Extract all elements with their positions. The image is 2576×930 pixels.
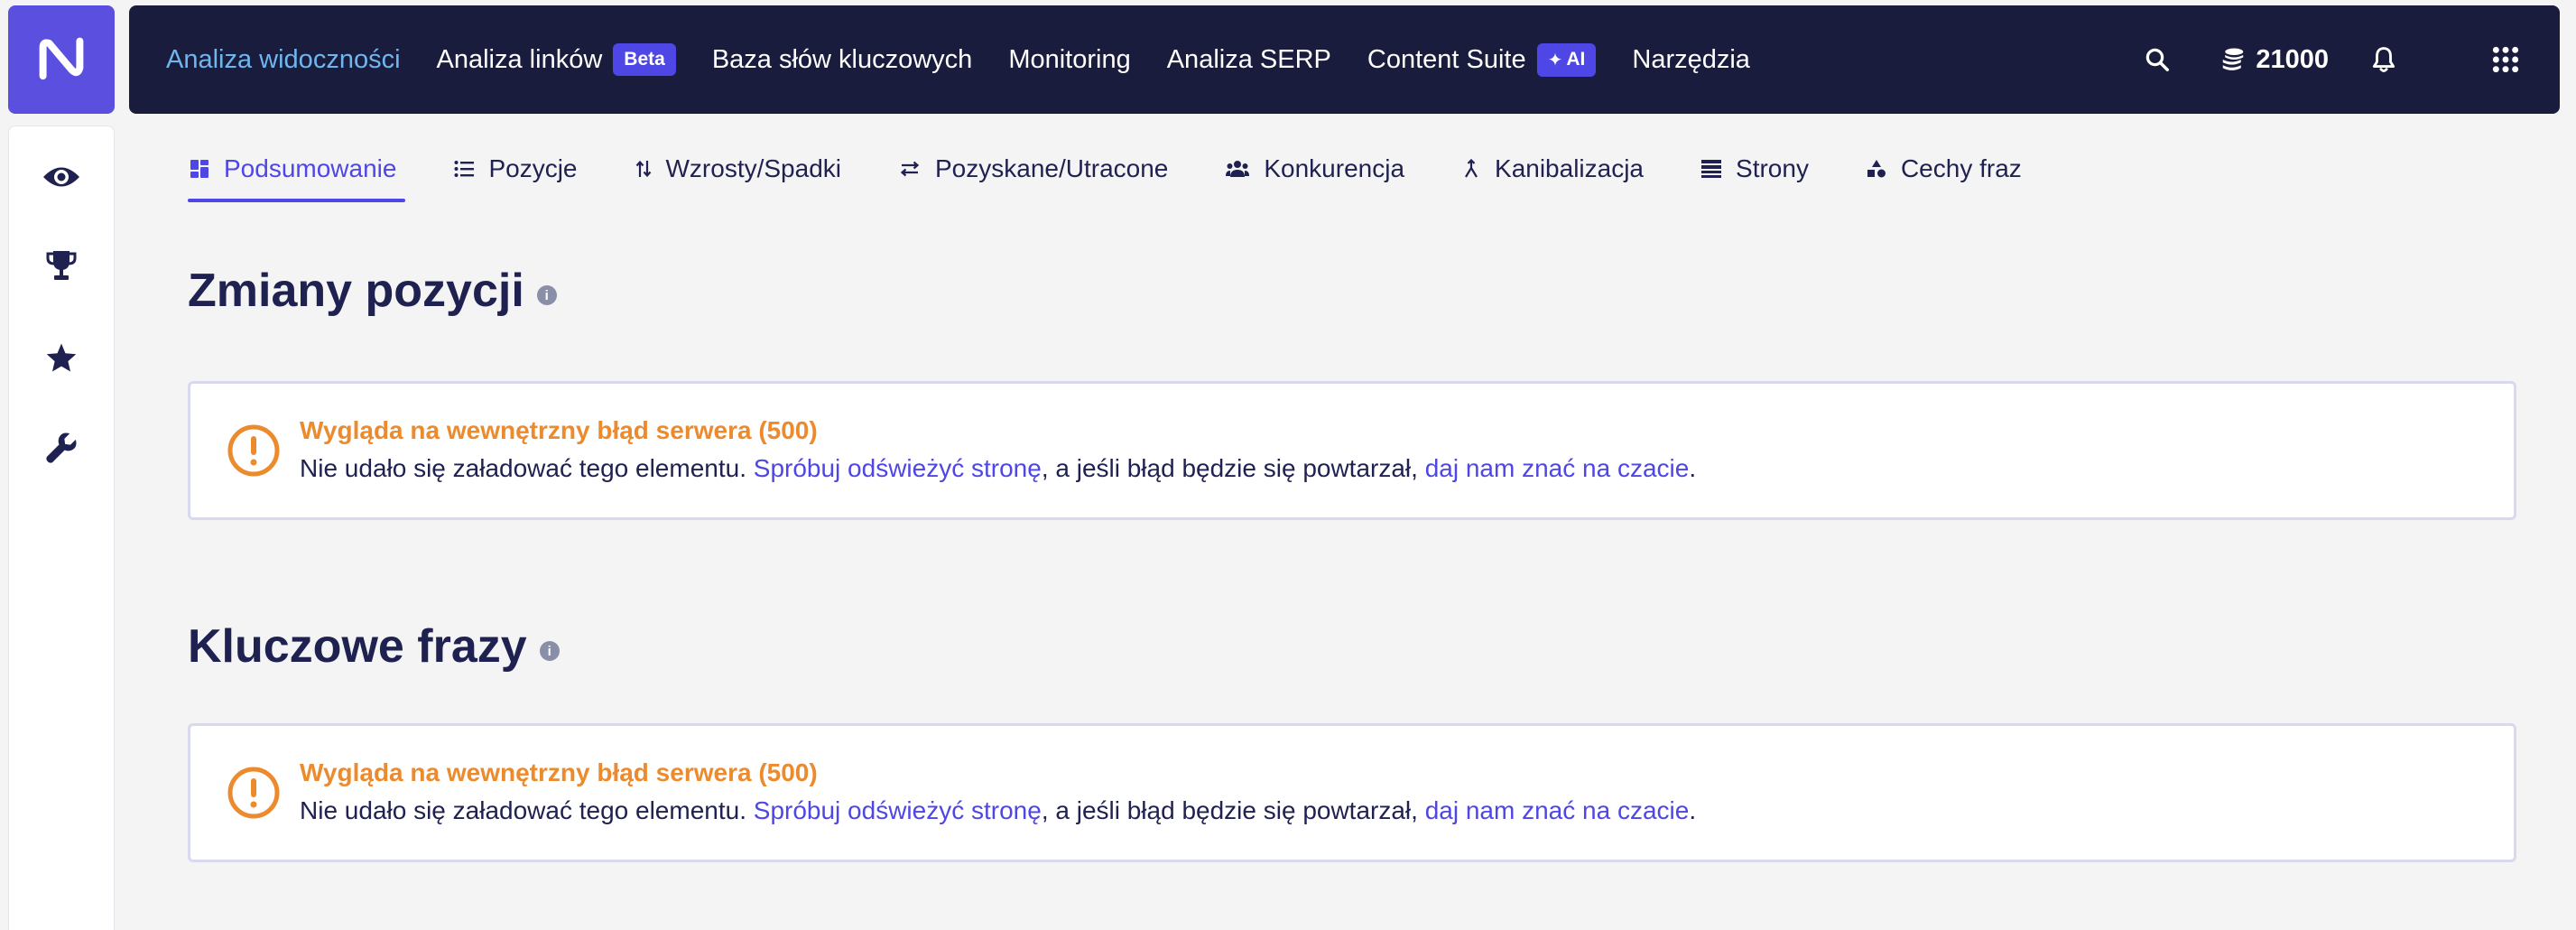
notifications-button[interactable] xyxy=(2370,44,2397,75)
tab-label: Pozycje xyxy=(488,154,578,182)
nav-item-link-analysis[interactable]: Analiza linków Beta xyxy=(437,5,676,114)
tab-gained-lost[interactable]: Pozyskane/Utracone xyxy=(897,135,1170,202)
app-logo[interactable] xyxy=(8,5,115,114)
nav-item-serp-analysis[interactable]: Analiza SERP xyxy=(1167,5,1331,114)
nav-item-content-suite[interactable]: Content Suite ✦ AI xyxy=(1367,5,1597,114)
nav-item-keyword-database[interactable]: Baza słów kluczowych xyxy=(712,5,973,114)
sidebar-item-tools[interactable] xyxy=(9,421,114,475)
wrench-icon xyxy=(46,432,77,463)
refresh-page-link[interactable]: Spróbuj odświeżyć stronę xyxy=(754,454,1042,482)
coins-icon xyxy=(2223,48,2244,70)
info-icon[interactable]: i xyxy=(539,641,560,661)
error-title: Wygląda na wewnętrzny błąd serwera (500) xyxy=(300,758,818,786)
error-message: Nie udało się załadować tego elementu. S… xyxy=(300,796,1697,824)
beta-badge: Beta xyxy=(613,43,676,76)
ai-badge: ✦ AI xyxy=(1536,42,1597,77)
bell-icon xyxy=(2372,47,2395,72)
list-icon xyxy=(454,161,475,177)
error-message: Nie udało się załadować tego elementu. S… xyxy=(300,454,1697,482)
main-nav: Analiza widoczności Analiza linków Beta … xyxy=(166,5,1786,114)
error-alert: Wygląda na wewnętrzny błąd serwera (500)… xyxy=(188,381,2516,520)
apps-grid-icon xyxy=(2492,46,2519,73)
warning-icon xyxy=(227,424,280,477)
dashboard-icon xyxy=(190,160,208,178)
tab-label: Wzrosty/Spadki xyxy=(665,154,842,182)
search-icon xyxy=(2146,48,2170,71)
tab-rises-falls[interactable]: Wzrosty/Spadki xyxy=(634,135,844,202)
chat-support-link[interactable]: daj nam znać na czacie xyxy=(1425,796,1690,824)
top-navigation: Analiza widoczności Analiza linków Beta … xyxy=(129,5,2560,114)
tab-positions[interactable]: Pozycje xyxy=(452,135,579,202)
section-title-key-phrases: Kluczowe frazy i xyxy=(188,619,560,674)
nav-item-tools[interactable]: Narzędzia xyxy=(1632,5,1750,114)
top-right-actions: 21000 xyxy=(2144,5,2560,114)
section-title-position-changes: Zmiany pozycji i xyxy=(188,264,557,318)
eye-icon xyxy=(43,167,79,187)
tab-label: Pozyskane/Utracone xyxy=(935,154,1169,182)
section-title-text: Kluczowe frazy xyxy=(188,620,527,673)
sidebar-item-rankings[interactable] xyxy=(9,238,114,293)
sparkle-icon: ✦ xyxy=(1547,50,1563,70)
chat-support-link[interactable]: daj nam znać na czacie xyxy=(1425,454,1690,482)
nav-item-label: Analiza linków xyxy=(436,44,603,74)
trophy-icon xyxy=(46,251,77,280)
tab-pages[interactable]: Strony xyxy=(1700,135,1811,202)
nav-item-visibility-analysis[interactable]: Analiza widoczności xyxy=(166,5,401,114)
error-title: Wygląda na wewnętrzny błąd serwera (500) xyxy=(300,416,818,444)
sidebar-item-visibility[interactable] xyxy=(9,150,114,204)
section-title-text: Zmiany pozycji xyxy=(188,265,524,317)
nav-item-label: Narzędzia xyxy=(1632,44,1750,74)
merge-icon xyxy=(1465,159,1478,178)
nav-item-label: Content Suite xyxy=(1367,44,1526,74)
swap-arrows-icon xyxy=(900,161,920,177)
error-alert: Wygląda na wewnętrzny błąd serwera (500)… xyxy=(188,723,2516,862)
people-icon xyxy=(1226,161,1250,177)
credits-counter[interactable]: 21000 xyxy=(2219,45,2329,75)
shapes-icon xyxy=(1867,160,1886,178)
nav-item-label: Monitoring xyxy=(1008,44,1131,74)
tab-label: Cechy fraz xyxy=(1900,154,2022,182)
apps-menu-button[interactable] xyxy=(2491,45,2520,74)
nav-item-monitoring[interactable]: Monitoring xyxy=(1008,5,1130,114)
tab-cannibalization[interactable]: Kanibalizacja xyxy=(1460,135,1645,202)
up-down-arrows-icon xyxy=(635,160,651,178)
search-button[interactable] xyxy=(2144,46,2171,73)
tab-phrase-features[interactable]: Cechy fraz xyxy=(1865,135,2024,202)
credits-value: 21000 xyxy=(2256,44,2329,74)
pages-icon xyxy=(1701,160,1722,178)
nav-item-label: Baza słów kluczowych xyxy=(711,44,973,74)
nav-item-label: Analiza SERP xyxy=(1166,44,1331,74)
refresh-page-link[interactable]: Spróbuj odświeżyć stronę xyxy=(754,796,1042,824)
warning-icon xyxy=(227,767,280,819)
tab-summary[interactable]: Podsumowanie xyxy=(188,135,406,202)
report-tabs: Podsumowanie Pozycje Wzrosty/Spadki Pozy… xyxy=(188,135,2078,202)
info-icon[interactable]: i xyxy=(536,285,557,305)
nav-item-label: Analiza widoczności xyxy=(166,44,401,74)
tab-competition[interactable]: Konkurencja xyxy=(1224,135,1406,202)
tab-label: Kanibalizacja xyxy=(1495,154,1645,182)
tab-label: Strony xyxy=(1736,154,1809,182)
sidebar xyxy=(8,126,115,930)
logo-n-icon xyxy=(39,37,84,80)
sidebar-item-favorites[interactable] xyxy=(9,330,114,385)
tab-label: Podsumowanie xyxy=(224,154,397,182)
star-icon xyxy=(46,343,77,372)
tab-label: Konkurencja xyxy=(1264,154,1405,182)
